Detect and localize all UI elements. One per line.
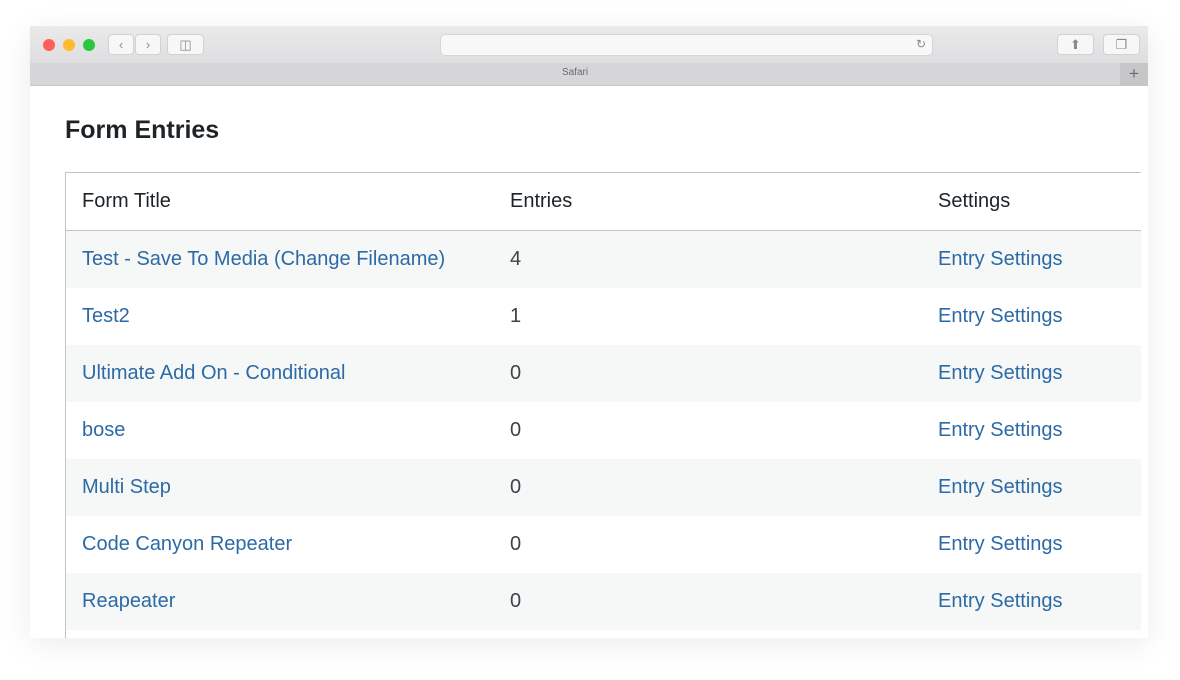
entries-count: 1: [510, 305, 522, 327]
address-bar[interactable]: ↻: [440, 34, 933, 56]
entries-count: 0: [510, 590, 522, 612]
entry-settings-link[interactable]: Entry Settings: [938, 476, 1063, 498]
share-button[interactable]: ⬆: [1057, 34, 1094, 55]
entries-count: 0: [510, 476, 522, 498]
entry-settings-link[interactable]: Entry Settings: [938, 533, 1063, 555]
entry-settings-link[interactable]: Entry Settings: [938, 419, 1063, 441]
forward-button[interactable]: ›: [135, 34, 161, 55]
sidebar-toggle-button[interactable]: ◫: [167, 34, 204, 55]
form-title-link[interactable]: bose: [82, 419, 125, 441]
zoom-window-button[interactable]: [83, 39, 95, 51]
browser-toolbar: ‹ › ◫ ↻ ⬆ ❐: [30, 26, 1148, 64]
table-row: Multi Step 0 Entry Settings: [66, 459, 1141, 516]
back-button[interactable]: ‹: [108, 34, 134, 55]
page-content: Form Entries Form Title Entries Settings…: [30, 86, 1148, 638]
minimize-window-button[interactable]: [63, 39, 75, 51]
share-icon: ⬆: [1070, 36, 1081, 52]
entries-count: 0: [510, 533, 522, 555]
table-row: Test - Save To Media (Change Filename) 4 E…: [66, 231, 1141, 288]
entries-count: 0: [510, 419, 522, 441]
plus-icon: +: [1129, 64, 1139, 83]
sidebar-icon: ◫: [179, 36, 192, 52]
chevron-left-icon: ‹: [118, 37, 124, 52]
close-window-button[interactable]: [43, 39, 55, 51]
entry-settings-link[interactable]: Entry Settings: [938, 362, 1063, 384]
header-settings: Settings: [938, 190, 1011, 212]
entries-count: 4: [510, 248, 522, 270]
entry-settings-link[interactable]: Entry Settings: [938, 305, 1063, 327]
chevron-right-icon: ›: [145, 37, 151, 52]
tabs-overview-button[interactable]: ❐: [1103, 34, 1140, 55]
new-tab-button[interactable]: +: [1120, 63, 1148, 85]
form-title-link[interactable]: Ultimate Add On - Conditional: [82, 362, 345, 384]
tabs-overview-icon: ❐: [1115, 36, 1128, 52]
tab-title[interactable]: Safari: [30, 67, 1120, 78]
entries-count: 0: [510, 362, 522, 384]
form-title-link[interactable]: Reapeater: [82, 590, 175, 612]
table-header: Form Title Entries Settings: [66, 173, 1141, 231]
table-row: Reapeater 0 Entry Settings: [66, 573, 1141, 630]
table-row: Code Canyon Repeater 0 Entry Settings: [66, 516, 1141, 573]
entry-settings-link[interactable]: Entry Settings: [938, 248, 1063, 270]
entries-table: Form Title Entries Settings Test - Save …: [65, 172, 1141, 638]
page-title: Form Entries: [65, 116, 220, 144]
header-entries: Entries: [510, 190, 573, 212]
table-row: bose 0 Entry Settings: [66, 402, 1141, 459]
form-title-link[interactable]: Test2: [82, 305, 130, 327]
form-title-link[interactable]: Multi Step: [82, 476, 171, 498]
browser-window: ‹ › ◫ ↻ ⬆ ❐ Safari + Form Entries Form T…: [30, 26, 1148, 638]
table-row: Test2 1 Entry Settings: [66, 288, 1141, 345]
table-tail: [66, 630, 1141, 638]
header-form-title: Form Title: [82, 190, 171, 212]
table-row: Ultimate Add On - Conditional 0 Entry Sett…: [66, 345, 1141, 402]
form-title-link[interactable]: Test - Save To Media (Change Filename): [82, 248, 445, 270]
tab-bar: Safari +: [30, 63, 1148, 86]
reload-icon[interactable]: ↻: [916, 37, 926, 51]
form-title-link[interactable]: Code Canyon Repeater: [82, 533, 292, 555]
entry-settings-link[interactable]: Entry Settings: [938, 590, 1063, 612]
